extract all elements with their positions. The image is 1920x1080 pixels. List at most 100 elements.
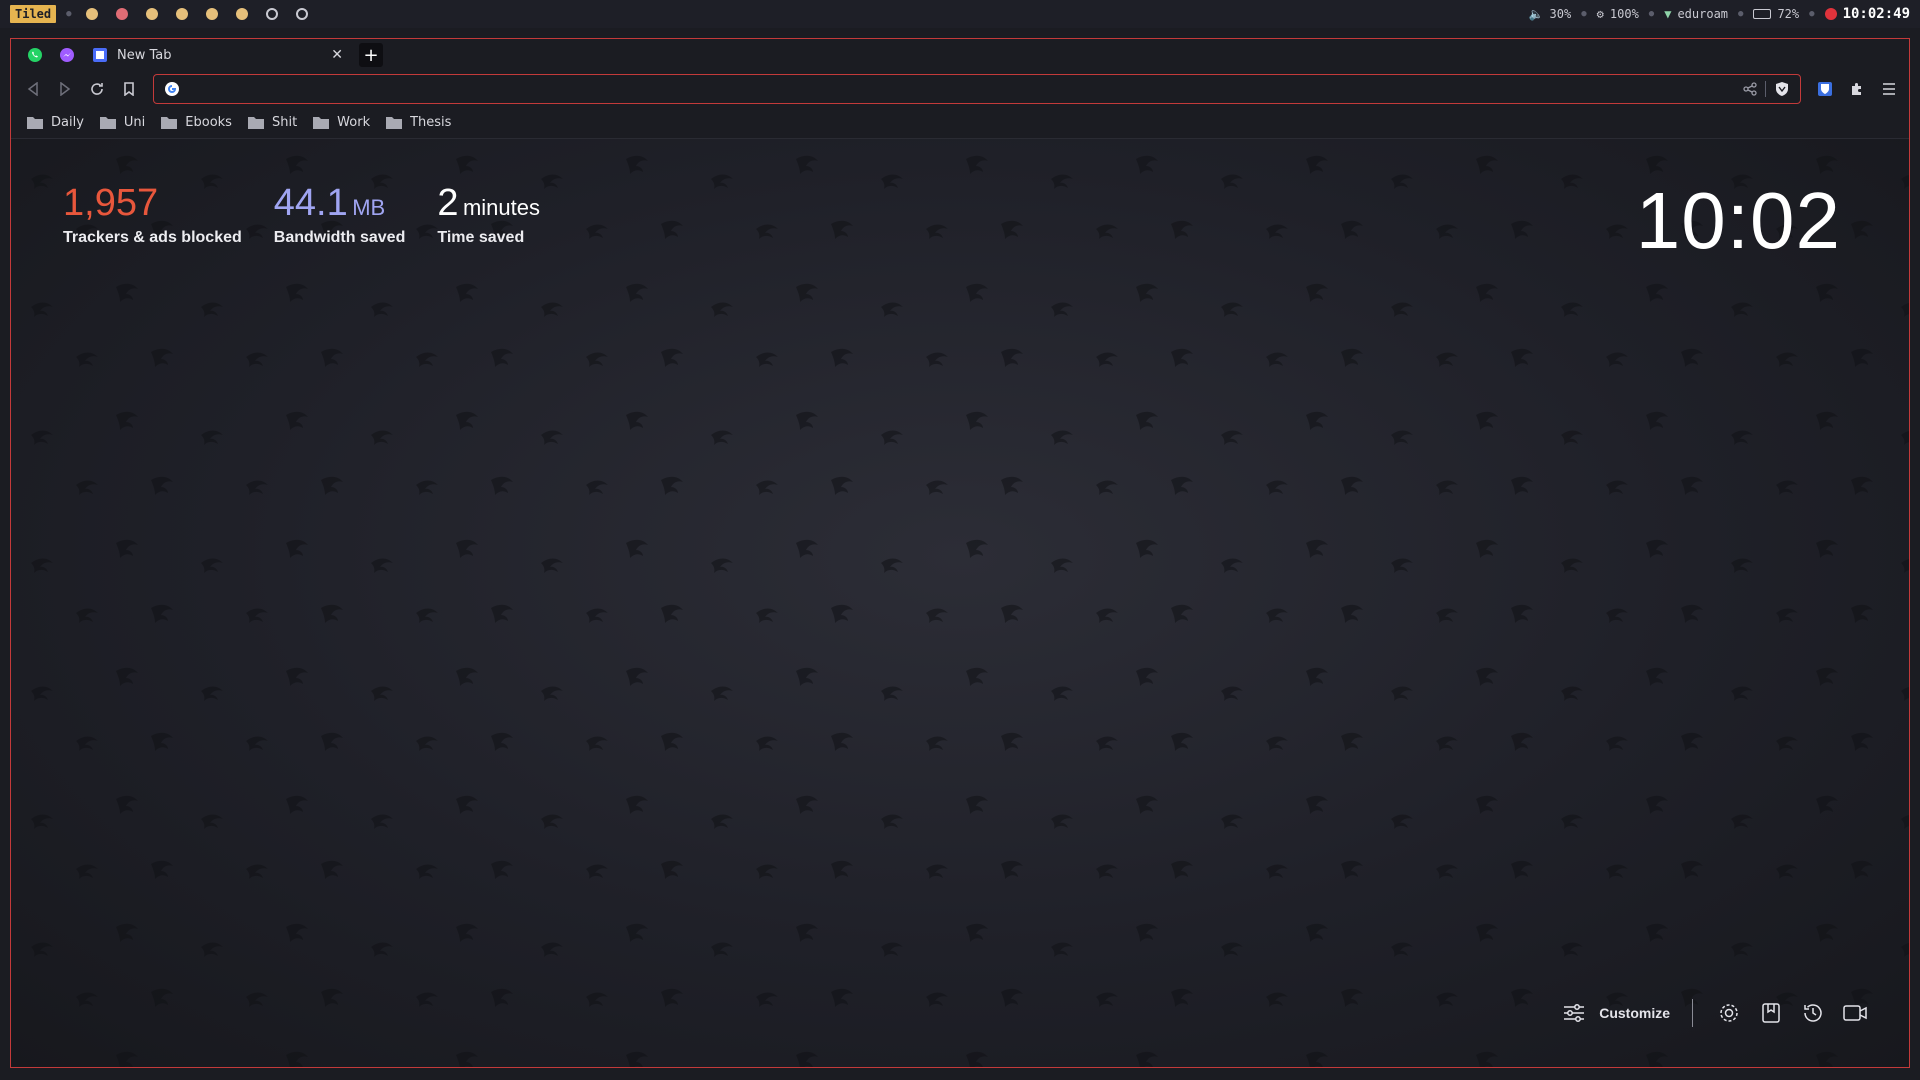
bandwidth-value: 44.1 (273, 182, 348, 224)
folder-icon (313, 117, 330, 129)
divider (1765, 81, 1766, 97)
messenger-icon (60, 48, 74, 62)
separator: ● (1809, 9, 1815, 19)
toolbar (11, 71, 1909, 107)
sliders-icon (1564, 1004, 1585, 1022)
bookmark-folder[interactable]: Thesis (386, 115, 451, 130)
bookmarks-bar: Daily Uni Ebooks Shit Work Thesis (11, 107, 1909, 139)
folder-icon (247, 117, 264, 129)
bookmark-folder[interactable]: Ebooks (161, 115, 232, 130)
whatsapp-icon (28, 48, 42, 62)
customize-label: Customize (1599, 1005, 1670, 1021)
layout-indicator[interactable]: Tiled (10, 5, 57, 23)
new-tab-clock: 10:02 (1635, 176, 1841, 265)
time-stat: 2 minutes Time saved (437, 183, 540, 247)
trackers-label: Trackers & ads blocked (63, 229, 242, 246)
separator: ● (1581, 9, 1587, 19)
puzzle-icon (1852, 83, 1861, 95)
time-label: Time saved (437, 229, 525, 246)
brightness-value: 100% (1609, 7, 1639, 21)
network-name: eduroam (1677, 7, 1729, 21)
separator: ● (66, 9, 72, 19)
time-value: 2 (437, 182, 459, 224)
workspace-indicator[interactable] (265, 8, 278, 20)
bookmark-folder[interactable]: Work (313, 115, 370, 130)
bookmarks-button[interactable] (1757, 999, 1785, 1027)
reload-button[interactable] (85, 77, 109, 101)
status-bar: Tiled ● 🔈 30% ● ⚙ 100% ● ▼ eduroam ● 72%… (0, 0, 1920, 28)
divider (1692, 999, 1693, 1027)
settings-button[interactable] (1715, 999, 1743, 1027)
bitwarden-extension-button[interactable] (1813, 77, 1837, 101)
folder-icon (161, 117, 178, 129)
history-icon (1804, 1004, 1822, 1022)
speaker-icon: 🔈 (1528, 7, 1544, 21)
workspace-indicator[interactable] (205, 8, 218, 20)
workspace-list (85, 8, 308, 20)
workspace-indicator[interactable] (175, 8, 188, 20)
menu-button[interactable] (1877, 77, 1901, 101)
bookmark-label: Daily (51, 115, 84, 130)
bandwidth-unit: MB (352, 195, 386, 220)
forward-button[interactable] (53, 77, 77, 101)
new-tab-button[interactable]: + (359, 43, 383, 67)
tab-new-tab[interactable]: New Tab ✕ (83, 41, 353, 69)
bookmark-button[interactable] (117, 77, 141, 101)
workspace-indicator[interactable] (115, 8, 128, 20)
url-input[interactable] (188, 81, 1735, 97)
workspace-indicator[interactable] (295, 8, 308, 20)
trackers-count: 1,957 (63, 182, 159, 224)
background-pattern (11, 139, 1909, 1067)
back-button[interactable] (21, 77, 45, 101)
wifi-icon: ▼ (1664, 7, 1672, 21)
battery-icon (1753, 9, 1772, 19)
bitwarden-icon (1818, 82, 1832, 96)
pinned-tab-messenger[interactable] (51, 41, 83, 69)
bookmark-folder[interactable]: Shit (247, 115, 297, 130)
workspace-indicator[interactable] (85, 8, 98, 20)
trackers-stat: 1,957 Trackers & ads blocked (63, 183, 242, 247)
brightness-icon: ⚙ (1596, 7, 1604, 21)
bandwidth-label: Bandwidth saved (273, 229, 406, 246)
history-button[interactable] (1799, 999, 1827, 1027)
brave-stats: 1,957 Trackers & ads blocked 44.1 MB Ban… (63, 183, 540, 247)
battery-value: 72% (1777, 7, 1800, 21)
pinned-tab-whatsapp[interactable] (19, 41, 51, 69)
clock-indicator[interactable]: 10:02:49 (1824, 6, 1910, 22)
reload-icon (91, 83, 103, 95)
battery-indicator[interactable]: 72% (1753, 7, 1799, 21)
new-tab-page: 1,957 Trackers & ads blocked 44.1 MB Ban… (11, 139, 1909, 1067)
bookmarks-icon (1762, 1003, 1780, 1023)
bookmark-label: Work (337, 115, 371, 130)
workspace-indicator[interactable] (235, 8, 248, 20)
new-tab-favicon-icon (93, 48, 107, 62)
status-right: 🔈 30% ● ⚙ 100% ● ▼ eduroam ● 72% ● 10:02… (1529, 6, 1910, 22)
customize-button[interactable]: Customize (1563, 1003, 1670, 1023)
tab-strip: New Tab ✕ + (11, 39, 1909, 71)
folder-icon (386, 117, 403, 129)
close-tab-icon[interactable]: ✕ (331, 47, 343, 63)
bookmark-folder[interactable]: Uni (99, 115, 145, 130)
bandwidth-stat: 44.1 MB Bandwidth saved (274, 183, 406, 247)
time-unit: minutes (462, 195, 540, 220)
share-icon[interactable] (1743, 82, 1757, 96)
brightness-indicator[interactable]: ⚙ 100% (1597, 7, 1639, 21)
tab-title: New Tab (117, 47, 172, 63)
bookmark-folder[interactable]: Daily (27, 115, 84, 130)
folder-icon (27, 117, 43, 129)
workspace-indicator[interactable] (145, 8, 158, 20)
plus-icon: + (363, 44, 379, 66)
brave-shield-icon[interactable] (1774, 81, 1790, 97)
google-icon (165, 82, 179, 96)
network-indicator[interactable]: ▼ eduroam (1664, 7, 1728, 21)
brave-talk-button[interactable] (1841, 999, 1869, 1027)
volume-indicator[interactable]: 🔈 30% (1529, 7, 1572, 21)
folder-icon (99, 117, 116, 129)
browser-window: New Tab ✕ + Daily Uni Ebooks Shit Work T… (10, 38, 1910, 1068)
separator: ● (1738, 9, 1744, 19)
extensions-button[interactable] (1845, 77, 1869, 101)
gear-icon (1720, 1004, 1738, 1022)
video-camera-icon (1843, 1005, 1867, 1021)
arrow-left-icon (27, 82, 38, 96)
address-bar[interactable] (153, 74, 1801, 104)
